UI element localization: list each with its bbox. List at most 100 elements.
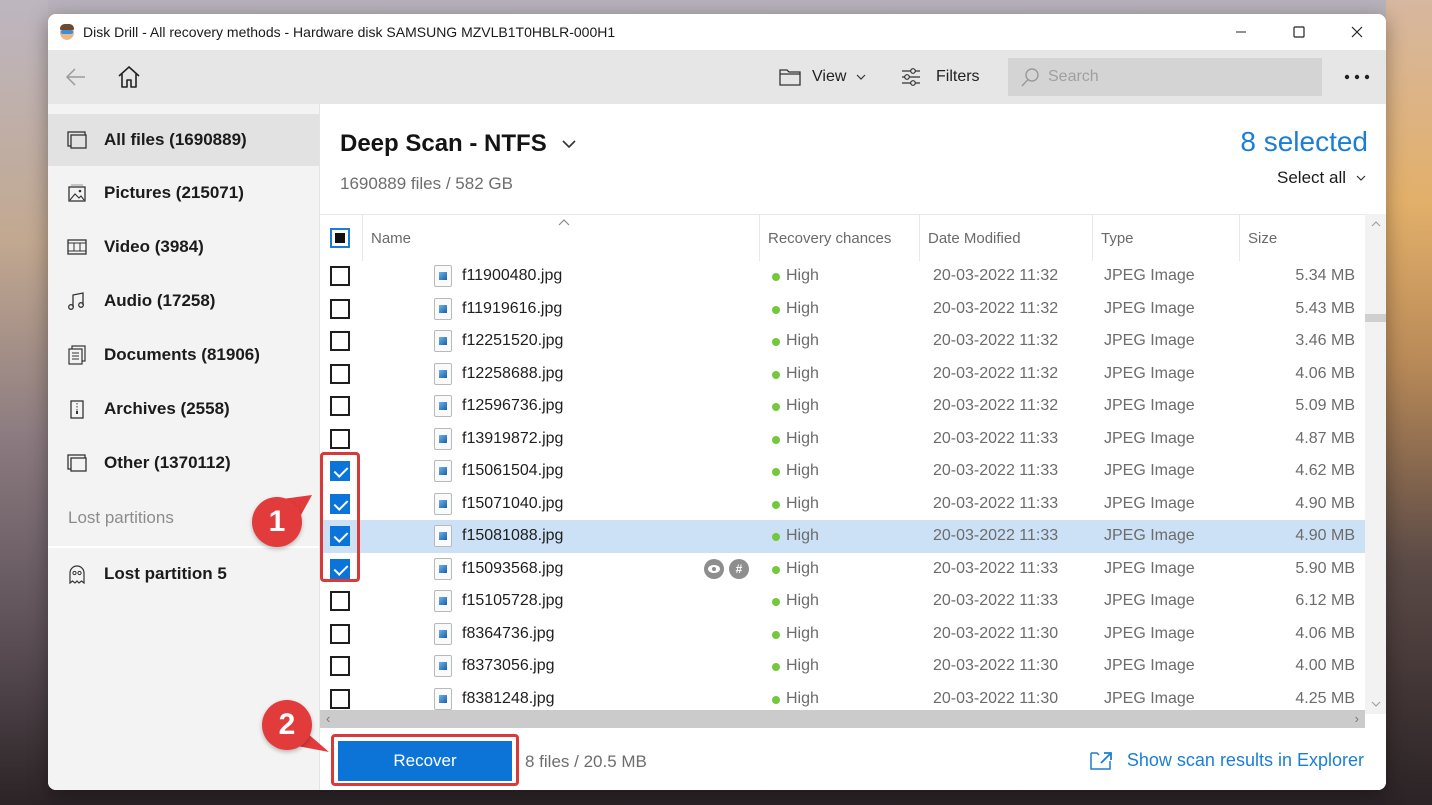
chevron-down-icon bbox=[562, 140, 576, 149]
callout-highlight-checkboxes bbox=[320, 452, 360, 582]
sidebar-item-audio[interactable]: Audio (17258) bbox=[48, 275, 319, 327]
documents-icon bbox=[66, 344, 88, 366]
table-row[interactable]: f13919872.jpg High 20-03-2022 11:33 JPEG… bbox=[320, 423, 1365, 456]
row-checkbox[interactable] bbox=[330, 656, 350, 676]
recovery-chance: High bbox=[786, 397, 819, 414]
home-button[interactable] bbox=[116, 63, 142, 91]
high-chance-indicator-icon bbox=[772, 695, 780, 704]
table-row[interactable]: f15093568.jpg High 20-03-2022 11:33 JPEG… bbox=[320, 553, 1365, 586]
select-all-checkbox[interactable] bbox=[330, 228, 350, 248]
sidebar-item-video[interactable]: Video (3984) bbox=[48, 221, 319, 273]
file-size: 5.34 MB bbox=[1295, 267, 1355, 284]
search-input[interactable] bbox=[1048, 68, 1288, 86]
chevron-down-icon bbox=[856, 74, 866, 80]
table-row[interactable]: f15105728.jpg High 20-03-2022 11:33 JPEG… bbox=[320, 585, 1365, 618]
high-chance-indicator-icon bbox=[772, 663, 780, 671]
jpeg-file-icon bbox=[434, 427, 452, 450]
row-checkbox[interactable] bbox=[330, 396, 350, 416]
row-checkbox[interactable] bbox=[330, 623, 350, 644]
column-header-date-modified[interactable]: Date Modified bbox=[919, 215, 1092, 261]
search-box[interactable] bbox=[1008, 58, 1322, 96]
scroll-up-icon[interactable] bbox=[1365, 218, 1386, 230]
date-modified: 20-03-2022 11:32 bbox=[933, 397, 1059, 414]
file-size: 4.62 MB bbox=[1295, 462, 1355, 479]
table-row[interactable]: f12251520.jpg High 20-03-2022 11:32 JPEG… bbox=[320, 325, 1365, 358]
table-row[interactable]: f15061504.jpg High 20-03-2022 11:33 JPEG… bbox=[320, 455, 1365, 488]
sidebar-item-all-files[interactable]: All files (1690889) bbox=[48, 114, 319, 166]
ghost-icon bbox=[66, 563, 88, 585]
scroll-right-icon[interactable]: › bbox=[1355, 710, 1359, 728]
row-checkbox[interactable] bbox=[330, 331, 350, 351]
back-button[interactable] bbox=[64, 63, 88, 91]
sidebar-item-documents[interactable]: Documents (81906) bbox=[48, 329, 319, 381]
home-icon bbox=[118, 66, 140, 88]
table-row[interactable]: f8364736.jpg High 20-03-2022 11:30 JPEG … bbox=[320, 618, 1365, 651]
file-type: JPEG Image bbox=[1104, 624, 1195, 642]
sidebar-item-other[interactable]: Other (1370112) bbox=[48, 437, 319, 489]
callout-badge-2: 2 bbox=[262, 700, 312, 750]
sidebar-item-pictures[interactable]: Pictures (215071) bbox=[48, 167, 319, 219]
hash-icon[interactable]: # bbox=[729, 558, 749, 579]
app-window: Disk Drill - All recovery methods - Hard… bbox=[48, 14, 1386, 790]
window-title: Disk Drill - All recovery methods - Hard… bbox=[83, 24, 616, 40]
row-checkbox[interactable] bbox=[330, 428, 350, 449]
table-row[interactable]: f8373056.jpg High 20-03-2022 11:30 JPEG … bbox=[320, 650, 1365, 683]
scan-selector[interactable]: Deep Scan - NTFS bbox=[340, 130, 577, 158]
file-size: 4.25 MB bbox=[1295, 689, 1355, 707]
row-checkbox[interactable] bbox=[330, 298, 350, 319]
file-size: 5.09 MB bbox=[1295, 397, 1355, 414]
sidebar-item-archives[interactable]: Archives (2558) bbox=[48, 383, 319, 435]
high-chance-indicator-icon bbox=[772, 468, 780, 476]
filters-button[interactable]: Filters bbox=[900, 63, 980, 91]
file-type: JPEG Image bbox=[1104, 494, 1195, 512]
scrollbar-thumb[interactable] bbox=[1365, 314, 1386, 322]
more-options-button[interactable] bbox=[1342, 63, 1372, 91]
row-checkbox[interactable] bbox=[330, 363, 350, 384]
table-row[interactable]: f12258688.jpg High 20-03-2022 11:32 JPEG… bbox=[320, 358, 1365, 391]
table-row[interactable]: f12596736.jpg High 20-03-2022 11:32 JPEG… bbox=[320, 390, 1365, 423]
maximize-icon bbox=[1293, 26, 1305, 38]
column-header-type[interactable]: Type bbox=[1092, 215, 1239, 261]
select-all-label: Select all bbox=[1277, 168, 1346, 187]
table-row[interactable]: f15071040.jpg High 20-03-2022 11:33 JPEG… bbox=[320, 488, 1365, 521]
view-menu-button[interactable]: View bbox=[778, 63, 866, 91]
desktop-background-right bbox=[1386, 0, 1432, 805]
high-chance-indicator-icon bbox=[772, 305, 780, 314]
jpeg-file-icon bbox=[434, 330, 452, 352]
table-row[interactable]: f11900480.jpg High 20-03-2022 11:32 JPEG… bbox=[320, 260, 1365, 293]
view-label: View bbox=[812, 68, 847, 85]
scroll-down-icon[interactable] bbox=[1365, 698, 1386, 710]
high-chance-indicator-icon bbox=[772, 435, 780, 444]
file-type: JPEG Image bbox=[1104, 527, 1195, 544]
row-hover-actions: # bbox=[704, 558, 749, 579]
jpeg-file-icon bbox=[434, 395, 452, 417]
date-modified: 20-03-2022 11:33 bbox=[933, 592, 1059, 609]
maximize-button[interactable] bbox=[1270, 14, 1328, 50]
file-size: 6.12 MB bbox=[1295, 592, 1355, 609]
minimize-button[interactable] bbox=[1212, 14, 1270, 50]
recovery-chance: High bbox=[786, 462, 819, 479]
jpeg-file-icon bbox=[434, 492, 452, 515]
toolbar: View Filters bbox=[48, 50, 1386, 104]
close-button[interactable] bbox=[1328, 14, 1386, 50]
column-header-recovery-chances[interactable]: Recovery chances bbox=[759, 215, 919, 261]
show-in-explorer-link[interactable]: Show scan results in Explorer bbox=[1089, 749, 1364, 771]
row-checkbox[interactable] bbox=[330, 591, 350, 611]
recovery-chance: High bbox=[786, 559, 819, 577]
table-row[interactable]: f15081088.jpg High 20-03-2022 11:33 JPEG… bbox=[320, 520, 1365, 553]
preview-eye-icon[interactable] bbox=[704, 558, 724, 579]
row-checkbox[interactable] bbox=[330, 688, 350, 709]
file-name: f8364736.jpg bbox=[462, 624, 555, 642]
select-all-dropdown[interactable]: Select all bbox=[1277, 168, 1366, 188]
vertical-scrollbar[interactable] bbox=[1365, 214, 1386, 714]
sidebar-item-lost-partition-5[interactable]: Lost partition 5 bbox=[48, 548, 319, 600]
row-checkbox[interactable] bbox=[330, 266, 350, 286]
recovery-chance: High bbox=[786, 624, 819, 642]
file-name: f11919616.jpg bbox=[462, 299, 563, 317]
file-type: JPEG Image bbox=[1104, 397, 1195, 414]
column-header-size[interactable]: Size bbox=[1239, 215, 1365, 261]
table-row[interactable]: f11919616.jpg High 20-03-2022 11:32 JPEG… bbox=[320, 293, 1365, 326]
file-type: JPEG Image bbox=[1104, 267, 1195, 284]
high-chance-indicator-icon bbox=[772, 533, 780, 541]
horizontal-scrollbar[interactable]: ‹ › bbox=[320, 710, 1365, 728]
